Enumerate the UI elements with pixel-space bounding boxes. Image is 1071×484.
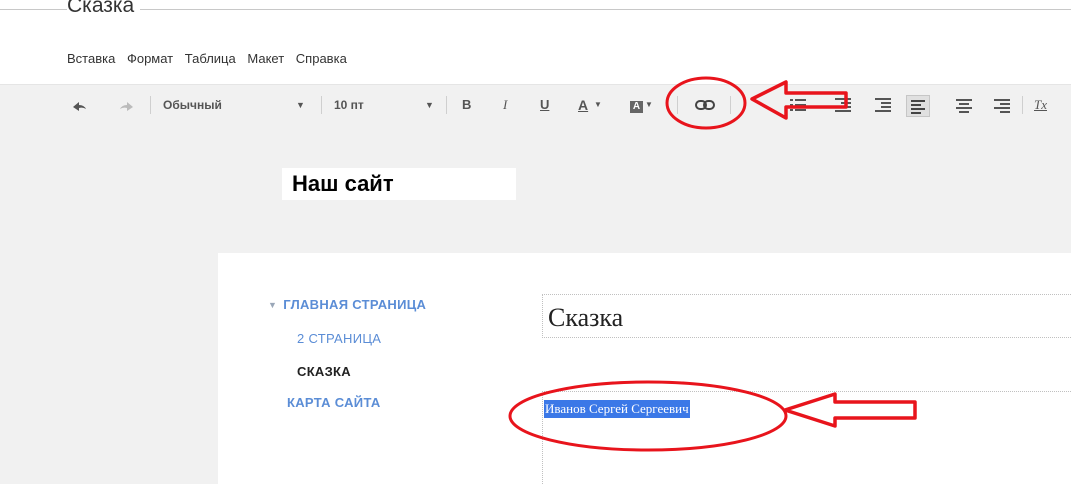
highlight-circle-selection [508, 380, 788, 452]
highlight-circle-link [665, 76, 747, 130]
arrow-icon [783, 392, 917, 428]
annotation-overlay [508, 76, 917, 452]
arrow-icon [750, 80, 848, 120]
